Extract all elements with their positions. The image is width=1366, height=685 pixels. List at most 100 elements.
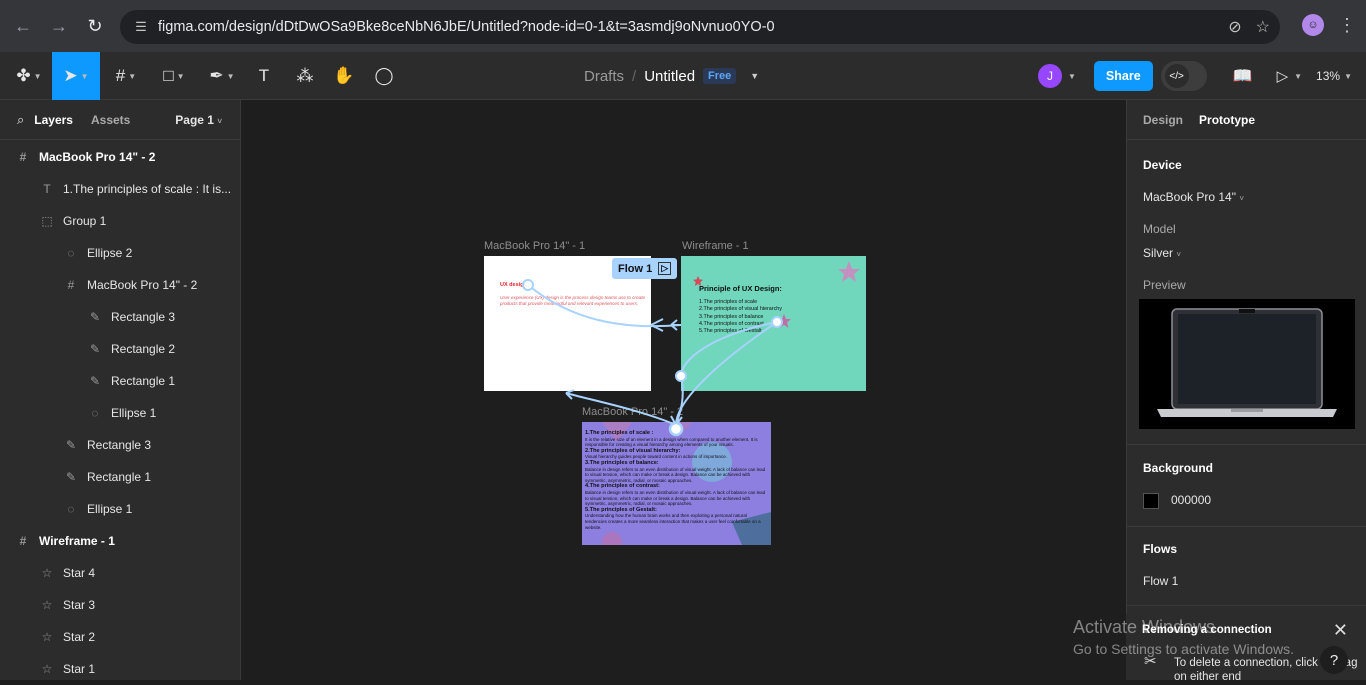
layer-row[interactable]: # MacBook Pro 14" - 2 xyxy=(0,141,240,173)
chevron-down-icon: ▼ xyxy=(80,71,89,81)
browser-menu-icon[interactable]: ⋮ xyxy=(1338,16,1356,34)
forward-icon[interactable]: → xyxy=(44,11,74,41)
close-icon[interactable]: ✕ xyxy=(1333,620,1348,641)
frame-icon: # xyxy=(115,66,126,85)
layer-label: Star 3 xyxy=(63,598,96,612)
browser-nav: ← → ↻ xyxy=(8,11,110,41)
layer-row[interactable]: ◌ Ellipse 1 xyxy=(0,397,240,429)
layer-row[interactable]: ☆ Star 1 xyxy=(0,653,240,685)
star-icon: ☆ xyxy=(41,662,53,676)
comment-tool-button[interactable]: ◯ xyxy=(370,52,398,100)
chevron-down-icon[interactable]: ▼ xyxy=(1068,72,1076,81)
frame-tool-button[interactable]: # ▼ xyxy=(106,52,146,100)
preview-label: Preview xyxy=(1143,278,1186,292)
laptop-illustration xyxy=(1157,308,1337,417)
layer-row[interactable]: # MacBook Pro 14" - 2 xyxy=(0,269,240,301)
browser-profile-icon[interactable]: ☺ xyxy=(1302,14,1324,36)
vector-icon: ✎ xyxy=(89,374,101,388)
main-menu-button[interactable]: ✤ ▼ xyxy=(6,52,52,100)
device-select-label: MacBook Pro 14" xyxy=(1143,190,1236,204)
layer-label: MacBook Pro 14" - 2 xyxy=(39,150,156,164)
comment-icon: ◯ xyxy=(374,66,394,85)
chevron-down-icon[interactable]: ▼ xyxy=(1344,72,1352,81)
layer-row[interactable]: # Wireframe - 1 xyxy=(0,525,240,557)
device-section-title: Device xyxy=(1143,158,1182,172)
star-icon: ☆ xyxy=(41,630,53,644)
text-tool-button[interactable]: T xyxy=(250,52,278,100)
background-color-swatch[interactable] xyxy=(1143,493,1159,509)
prototype-connections[interactable] xyxy=(241,100,1125,680)
address-bar[interactable]: ☰ figma.com/design/dDtDwOSa9Bke8ceNbN6Jb… xyxy=(120,10,1280,44)
breadcrumb-drafts[interactable]: Drafts xyxy=(584,68,624,85)
reload-icon[interactable]: ↻ xyxy=(80,11,110,41)
model-select-label: Silver xyxy=(1143,246,1174,260)
layer-row[interactable]: ☆ Star 4 xyxy=(0,557,240,589)
resources-button[interactable]: ⁂ xyxy=(290,52,320,100)
text-icon: T xyxy=(43,182,51,196)
layer-row[interactable]: ☆ Star 2 xyxy=(0,621,240,653)
page-selector[interactable]: Page 1 ˅ xyxy=(175,113,222,127)
pen-icon: ✒ xyxy=(209,66,224,85)
activation-watermark-title: Activate Windows xyxy=(1073,617,1216,637)
back-icon[interactable]: ← xyxy=(8,11,38,41)
chevron-down-icon: ˅ xyxy=(217,116,222,126)
layer-row[interactable]: ◌ Ellipse 2 xyxy=(0,237,240,269)
properties-panel: Design Prototype Device MacBook Pro 14" … xyxy=(1126,100,1366,680)
tab-design[interactable]: Design xyxy=(1143,113,1183,127)
library-book-icon[interactable]: 📖 xyxy=(1233,66,1253,86)
vector-icon: ✎ xyxy=(89,342,101,356)
layer-label: 1.The principles of scale : It is... xyxy=(63,182,232,196)
background-hex-input[interactable]: 000000 xyxy=(1171,493,1211,507)
user-avatar[interactable]: J xyxy=(1037,64,1062,88)
layer-row[interactable]: ⬚ Group 1 xyxy=(0,205,240,237)
frame-icon: # xyxy=(19,150,27,164)
layer-label: Ellipse 1 xyxy=(111,406,157,420)
rectangle-icon: □ xyxy=(163,66,174,85)
url-text[interactable]: figma.com/design/dDtDwOSa9Bke8ceNbN6JbE/… xyxy=(158,19,775,35)
move-tool-button[interactable]: ➤ ▼ xyxy=(52,52,100,100)
design-canvas[interactable]: MacBook Pro 14" - 1 Wireframe - 1 UX des… xyxy=(241,100,1125,680)
dev-mode-toggle[interactable]: </> xyxy=(1160,61,1207,91)
site-info-icon[interactable]: ☰ xyxy=(126,19,156,35)
layer-row[interactable]: ☆ Star 3 xyxy=(0,589,240,621)
ellipse-icon: ◌ xyxy=(67,502,75,516)
model-select[interactable]: Silver ˅ xyxy=(1143,246,1181,260)
file-title[interactable]: Untitled xyxy=(644,68,695,85)
tab-prototype[interactable]: Prototype xyxy=(1199,113,1255,127)
toolbar-right: J ▼ Share </> 📖 ▷ ▼ 13% ▼ xyxy=(1037,52,1366,100)
figma-logo-icon: ✤ xyxy=(16,66,31,85)
browser-toolbar: ← → ↻ ☰ figma.com/design/dDtDwOSa9Bke8ce… xyxy=(0,0,1366,52)
layer-row[interactable]: ✎ Rectangle 3 xyxy=(0,429,240,461)
help-button[interactable]: ? xyxy=(1320,646,1348,674)
layer-row[interactable]: ✎ Rectangle 1 xyxy=(0,365,240,397)
layer-row[interactable]: ◌ Ellipse 1 xyxy=(0,493,240,525)
chevron-down-icon: ˅ xyxy=(1176,250,1182,259)
tab-layers[interactable]: Layers xyxy=(34,113,73,127)
bookmark-star-icon[interactable]: ☆ xyxy=(1256,17,1270,37)
layer-row[interactable]: ✎ Rectangle 2 xyxy=(0,333,240,365)
layer-label: Rectangle 1 xyxy=(111,374,176,388)
zoom-level[interactable]: 13% xyxy=(1316,69,1340,83)
no-tracking-icon[interactable]: ⊘ xyxy=(1228,17,1241,37)
shape-tool-button[interactable]: □ ▼ xyxy=(154,52,194,100)
layer-label: Wireframe - 1 xyxy=(39,534,115,548)
device-select[interactable]: MacBook Pro 14" ˅ xyxy=(1143,190,1244,204)
plan-badge[interactable]: Free xyxy=(703,68,737,84)
vector-icon: ✎ xyxy=(65,470,77,484)
tab-assets[interactable]: Assets xyxy=(91,113,130,127)
hand-tool-button[interactable]: ✋ xyxy=(330,52,358,100)
flow-list-item[interactable]: Flow 1 xyxy=(1143,574,1178,588)
pen-tool-button[interactable]: ✒ ▼ xyxy=(202,52,242,100)
layer-row[interactable]: T 1.The principles of scale : It is... xyxy=(0,173,240,205)
vector-icon: ✎ xyxy=(65,438,77,452)
chevron-down-icon[interactable]: ▼ xyxy=(750,71,759,81)
layer-row[interactable]: ✎ Rectangle 1 xyxy=(0,461,240,493)
share-button[interactable]: Share xyxy=(1093,61,1153,91)
activation-watermark-body: Go to Settings to activate Windows. xyxy=(1073,641,1294,657)
present-play-icon[interactable]: ▷ xyxy=(1277,67,1289,85)
layer-label: Ellipse 1 xyxy=(87,502,133,516)
chevron-down-icon[interactable]: ▼ xyxy=(1294,72,1302,81)
layer-row[interactable]: ✎ Rectangle 3 xyxy=(0,301,240,333)
search-icon[interactable]: ⌕ xyxy=(17,112,24,128)
layer-label: Rectangle 3 xyxy=(87,438,152,452)
